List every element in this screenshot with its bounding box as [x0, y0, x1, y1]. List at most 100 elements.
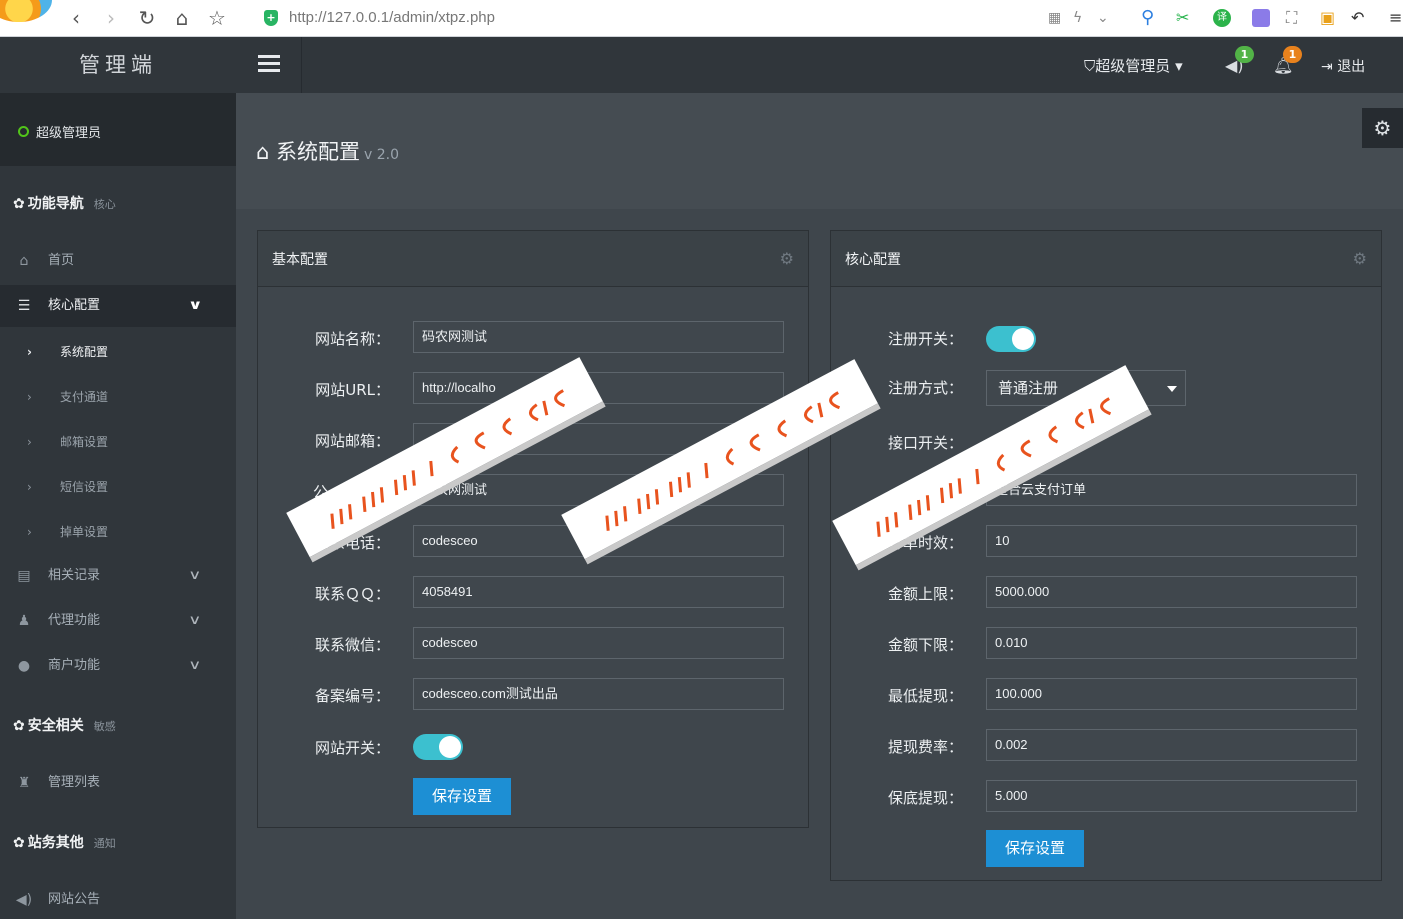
site-url-input[interactable]: http://localho — [413, 372, 784, 404]
browser-logo-icon — [0, 0, 52, 22]
register-switch-toggle[interactable] — [986, 326, 1036, 352]
sidebar-item-merchant[interactable]: ● 商户功能 ∨ — [0, 645, 236, 687]
sidebar-item-records[interactable]: ▤ 相关记录 ∨ — [0, 555, 236, 597]
chevron-down-icon: ∨ — [188, 658, 202, 673]
chevron-down-icon: ∨ — [188, 613, 202, 628]
caret-down-icon: ▾ — [1175, 57, 1183, 75]
section-site: ✿ 站务其他 通知 — [13, 835, 116, 851]
sidebar: 管理端 超级管理员 ✿ 功能导航 核心 ⌂ 首页 ☰ 核心配置 ∨ › 系统配置 › 支付通道… — [0, 37, 236, 919]
sidebar-subitem-sms[interactable]: › 短信设置 — [0, 466, 236, 508]
section-nav: ✿ 功能导航 核心 — [13, 196, 116, 212]
min-withdraw-input[interactable]: 100.000 — [986, 678, 1357, 710]
page-header: ⌂ 系统配置 v 2.0 ⚙ — [236, 93, 1403, 209]
order-title-input[interactable]: 整合云支付订单 — [986, 474, 1357, 506]
qr-icon[interactable]: ▦ — [1048, 7, 1061, 29]
sidebar-item-core-config[interactable]: ☰ 核心配置 ∨ — [0, 285, 236, 327]
withdraw-fee-input[interactable]: 0.002 — [986, 729, 1357, 761]
icp-number-input[interactable]: codesceo.com测试出品 — [413, 678, 784, 710]
undo-icon[interactable]: ↶ — [1351, 7, 1364, 29]
chevron-right-icon: › — [27, 525, 32, 539]
app-icon[interactable] — [1252, 9, 1270, 27]
chevron-down-icon: ∨ — [188, 568, 202, 583]
scissors-icon[interactable]: ✂ — [1176, 7, 1189, 29]
base-withdraw-input[interactable]: 5.000 — [986, 780, 1357, 812]
order-timeout-input[interactable]: 10 — [986, 525, 1357, 557]
field-label: 联系电话： — [314, 534, 390, 552]
profile-name: 超级管理员 — [36, 126, 102, 141]
gear-icon: ✿ — [13, 835, 25, 851]
home-icon[interactable]: ⌂ — [170, 6, 194, 30]
users-icon: ♟ — [17, 613, 31, 629]
section-security: ✿ 安全相关 敏感 — [13, 718, 116, 734]
sidebar-subitem-email[interactable]: › 邮箱设置 — [0, 421, 236, 463]
field-label: 公 — [313, 483, 329, 501]
home-icon: ⌂ — [19, 253, 29, 269]
wechat-input[interactable]: codesceo — [413, 627, 784, 659]
logout-icon: ⇥ — [1321, 59, 1333, 75]
settings-gear-button[interactable]: ⚙ — [1362, 108, 1403, 148]
sidebar-item-home[interactable]: ⌂ 首页 — [0, 240, 236, 282]
speaker-icon: ◀) — [15, 892, 33, 908]
chevron-right-icon: › — [27, 345, 32, 359]
field-label: 注册开关： — [887, 330, 963, 348]
panel-header: 基本配置 ⚙ — [258, 231, 808, 287]
field-label: 备案编号： — [314, 687, 390, 705]
field-label: 接口开关： — [887, 434, 963, 452]
chevron-down-icon: ∨ — [187, 298, 203, 313]
menu-icon[interactable]: ≡ — [1389, 7, 1402, 29]
user-icon: ● — [17, 658, 31, 674]
sidebar-item-admin-list[interactable]: ♜ 管理列表 — [0, 762, 236, 804]
sidebar-item-agent[interactable]: ♟ 代理功能 ∨ — [0, 600, 236, 642]
gear-icon[interactable]: ⚙ — [1353, 249, 1367, 268]
online-status-icon — [18, 126, 29, 137]
address-bar[interactable]: http://127.0.0.1/admin/xtpz.php — [289, 9, 495, 26]
site-name-input[interactable]: 码农网测试 — [413, 321, 784, 353]
field-label: 联系微信： — [314, 636, 390, 654]
bell-button[interactable]: 🔔︎ 1 — [1273, 46, 1302, 75]
search-icon[interactable]: ⚲ — [1141, 7, 1154, 29]
amount-max-input[interactable]: 5000.000 — [986, 576, 1357, 608]
hamburger-icon[interactable] — [258, 55, 280, 73]
admin-dropdown[interactable]: ⛉超级管理员 ▾ — [1084, 55, 1183, 76]
amount-min-input[interactable]: 0.010 — [986, 627, 1357, 659]
caret-down-icon — [1167, 386, 1177, 392]
basic-config-panel: 基本配置 ⚙ 网站名称： 码农网测试 网站URL： http://localho… — [257, 230, 809, 828]
field-label: 联系ＱＱ： — [314, 585, 390, 603]
register-mode-select[interactable]: 普通注册 — [986, 370, 1186, 406]
site-email-input[interactable]: ceo.com — [413, 423, 784, 455]
field-label: 注册方式： — [887, 379, 963, 397]
save-core-button[interactable]: 保存设置 — [986, 830, 1084, 867]
logout-button[interactable]: ⇥ 退出 — [1321, 56, 1365, 76]
qq-input[interactable]: 4058491 — [413, 576, 784, 608]
star-icon[interactable]: ☆ — [205, 6, 229, 30]
calendar-icon: ▤ — [17, 568, 31, 584]
translate-icon[interactable]: 译 — [1213, 9, 1231, 27]
site-switch-toggle[interactable] — [413, 734, 463, 760]
company-name-input[interactable]: 码农网测试 — [413, 474, 784, 506]
save-basic-button[interactable]: 保存设置 — [413, 778, 511, 815]
speaker-button[interactable]: ◀) 1 — [1225, 46, 1254, 75]
gear-icon[interactable]: ⚙ — [780, 249, 794, 268]
forward-icon[interactable]: › — [99, 6, 123, 30]
field-label: 网站开关： — [314, 739, 390, 757]
field-label: 订单时效： — [887, 534, 963, 552]
phone-input[interactable]: codesceo — [413, 525, 784, 557]
sidebar-subitem-system-config[interactable]: › 系统配置 — [0, 331, 236, 373]
divider — [301, 37, 302, 93]
screenshot-icon[interactable]: ⛶ — [1286, 7, 1297, 29]
chevron-right-icon: › — [27, 480, 32, 494]
apps-grid-icon[interactable]: ▣ — [1320, 7, 1335, 29]
chevron-down-icon[interactable]: ⌄ — [1097, 7, 1109, 29]
panel-title: 核心配置 — [845, 252, 901, 268]
browser-toolbar: ‹ › ↻ ⌂ ☆ + http://127.0.0.1/admin/xtpz.… — [0, 0, 1403, 37]
chevron-right-icon: › — [27, 435, 32, 449]
sidebar-item-notice[interactable]: ◀) 网站公告 — [0, 879, 236, 919]
sidebar-subitem-payment[interactable]: › 支付通道 — [0, 376, 236, 418]
lightning-icon[interactable]: ϟ — [1073, 7, 1082, 29]
back-icon[interactable]: ‹ — [64, 6, 88, 30]
reload-icon[interactable]: ↻ — [135, 6, 159, 30]
sidebar-subitem-dropped-orders[interactable]: › 掉单设置 — [0, 511, 236, 553]
profile-panel: 超级管理员 — [0, 93, 236, 166]
user-lock-icon: ♜ — [17, 775, 31, 791]
page-title: ⌂ 系统配置 v 2.0 — [256, 140, 400, 164]
